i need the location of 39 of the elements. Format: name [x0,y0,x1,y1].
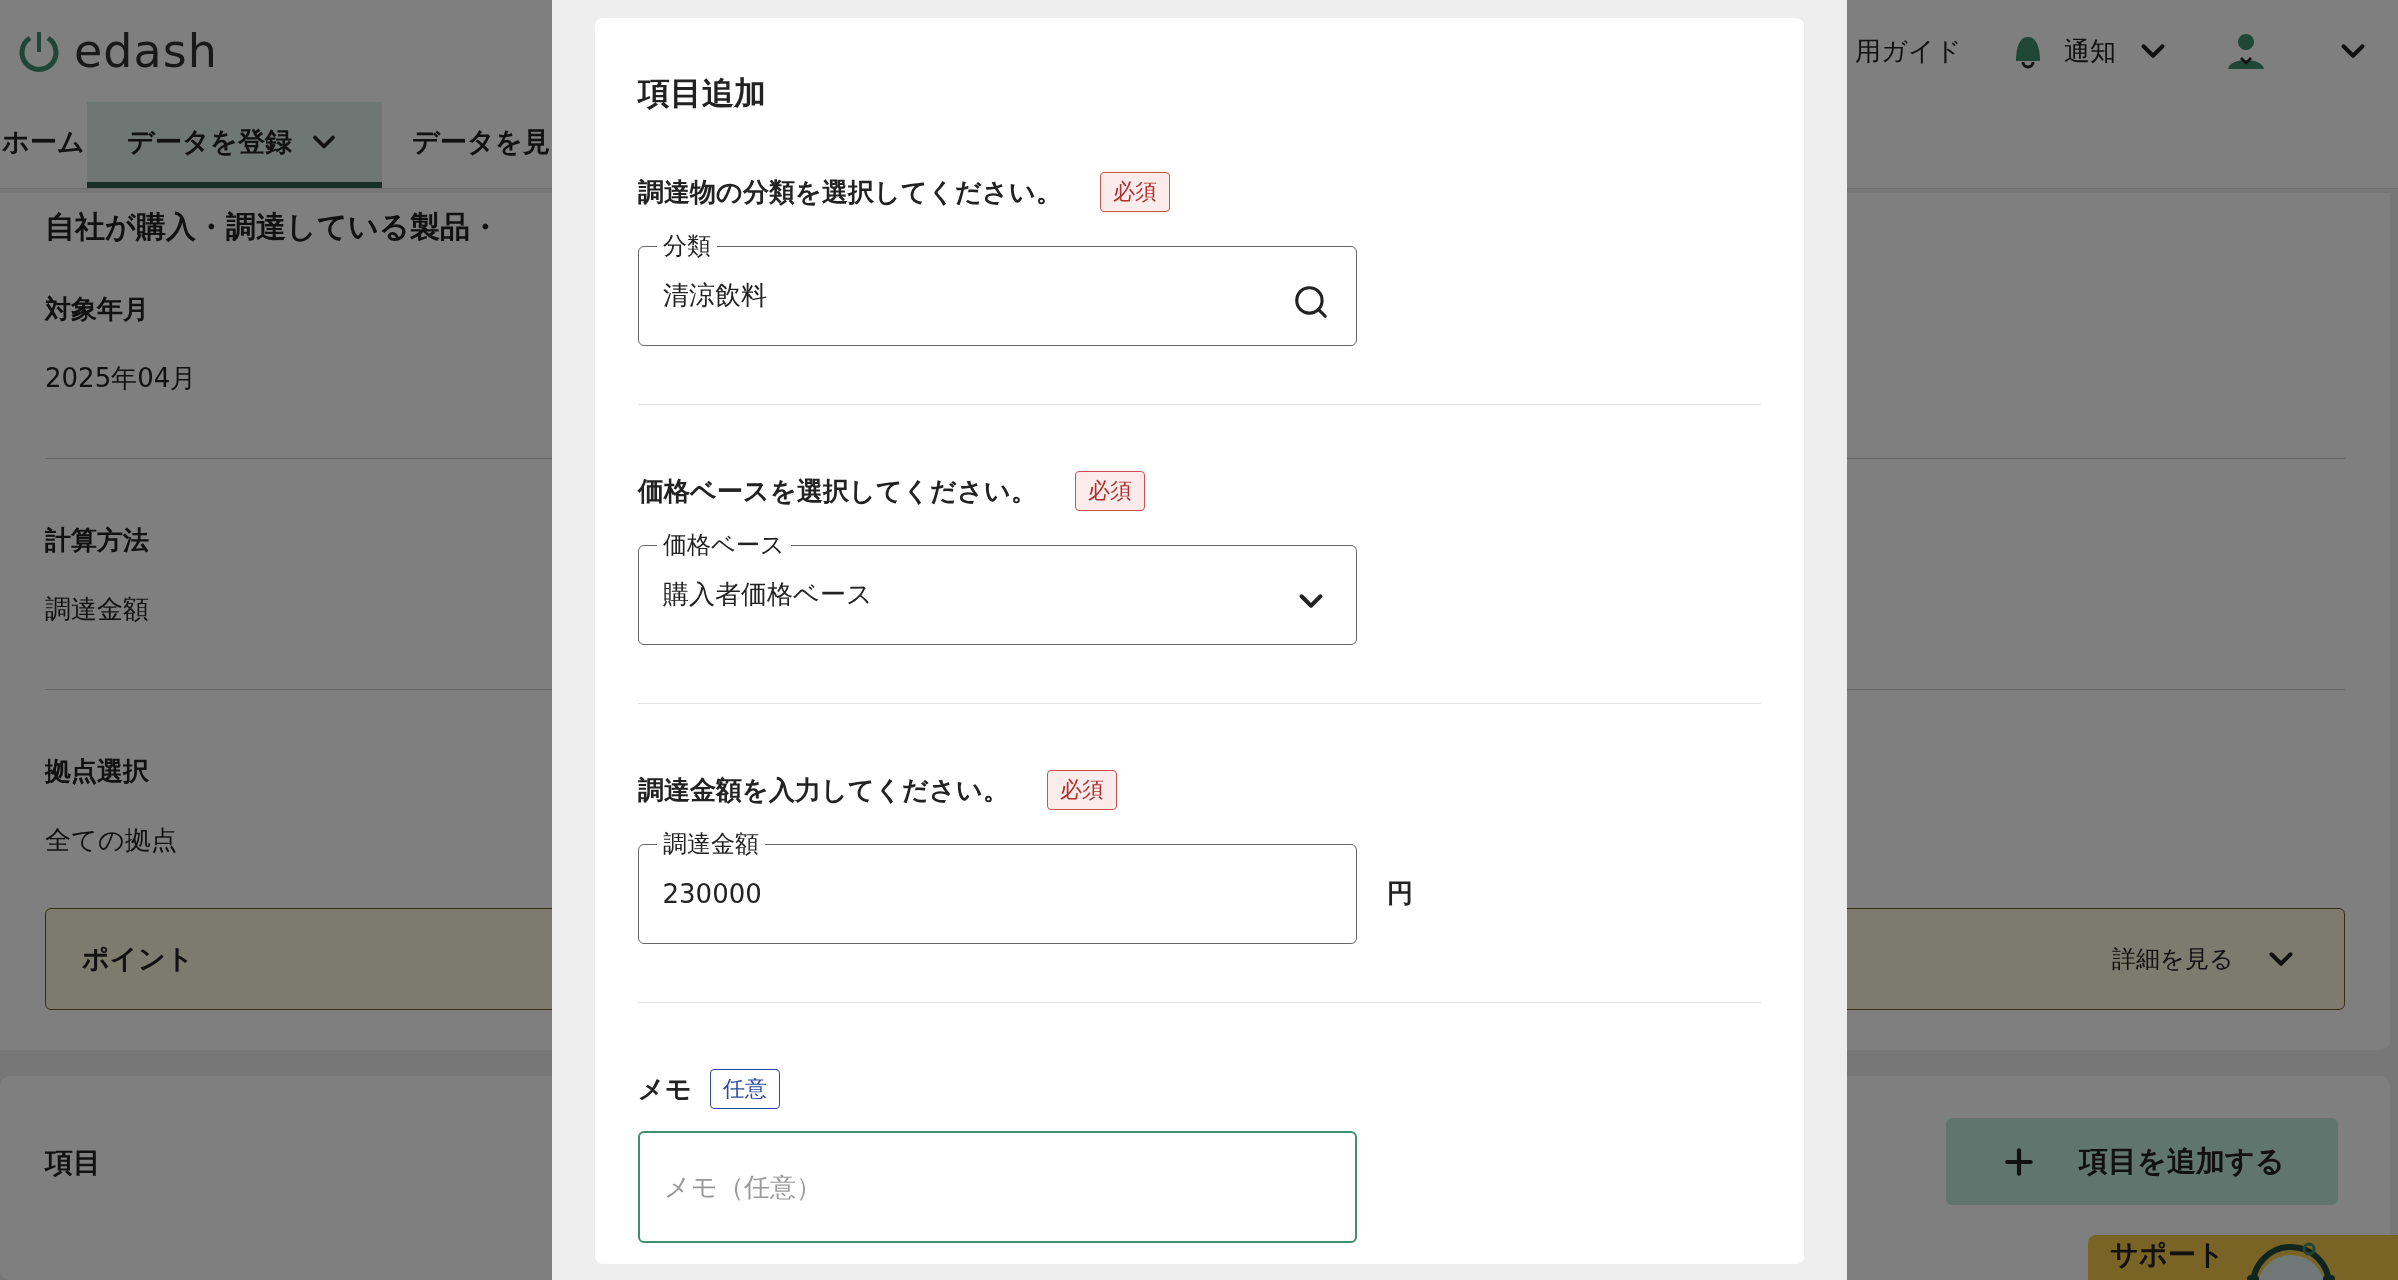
select-field[interactable]: 価格ベース 購入者価格ベース [637,533,1357,645]
question-label: メモ [637,1072,692,1106]
user-icon[interactable] [2226,31,2266,71]
required-tag: 必須 [1074,471,1145,511]
field-label: 計算方法 [45,524,149,557]
field-value: 全ての拠点 [45,824,177,857]
field-label: 拠点選択 [45,755,149,788]
details-toggle[interactable]: 詳細を見る [2112,940,2300,978]
text-input[interactable]: 清涼飲料 [662,280,1280,311]
point-title: ポイント [82,942,194,976]
required-tag: 必須 [1046,770,1117,810]
nav-tab[interactable]: ホーム [0,102,87,188]
question-label: 調達金額を入力してください。 [637,773,1009,807]
optional-tag: 任意 [709,1069,780,1109]
add-item-button[interactable]: 項目を追加する [1946,1118,2338,1205]
support-widget[interactable]: サポート [2088,1235,2398,1280]
question-label: 価格ベースを選択してください。 [637,474,1037,508]
items-title: 項目 [45,1145,101,1181]
guide-link[interactable]: 用ガイド [1855,33,1962,69]
input-field[interactable]: メモ（任意） [637,1131,1357,1243]
text-input[interactable]: メモ（任意） [663,1172,1329,1202]
field-label: 対象年月 [45,293,149,326]
text-input[interactable]: 230000 [662,878,1330,909]
search-field[interactable]: 分類 清涼飲料 [637,234,1357,346]
required-tag: 必須 [1099,172,1170,212]
field-value: 調達金額 [45,593,149,626]
section-title: 自社が購入・調達している製品・ [45,208,500,246]
field-label: 分類 [661,234,712,258]
nav-tab[interactable]: データを登録 [87,102,382,188]
text-input[interactable]: 購入者価格ベース [662,579,1280,610]
logo-text[interactable]: edash [74,24,218,78]
input-field[interactable]: 調達金額 230000 [637,832,1357,944]
notification-menu[interactable]: 通知 [2064,33,2116,69]
question-label: 調達物の分類を選択してください。 [637,175,1062,209]
field-label: 調達金額 [661,832,760,856]
field-label: 価格ベース [661,533,786,557]
unit-label: 円 [1386,876,1413,910]
field-value: 2025年04月 [45,362,197,395]
modal-title: 項目追加 [637,73,767,114]
